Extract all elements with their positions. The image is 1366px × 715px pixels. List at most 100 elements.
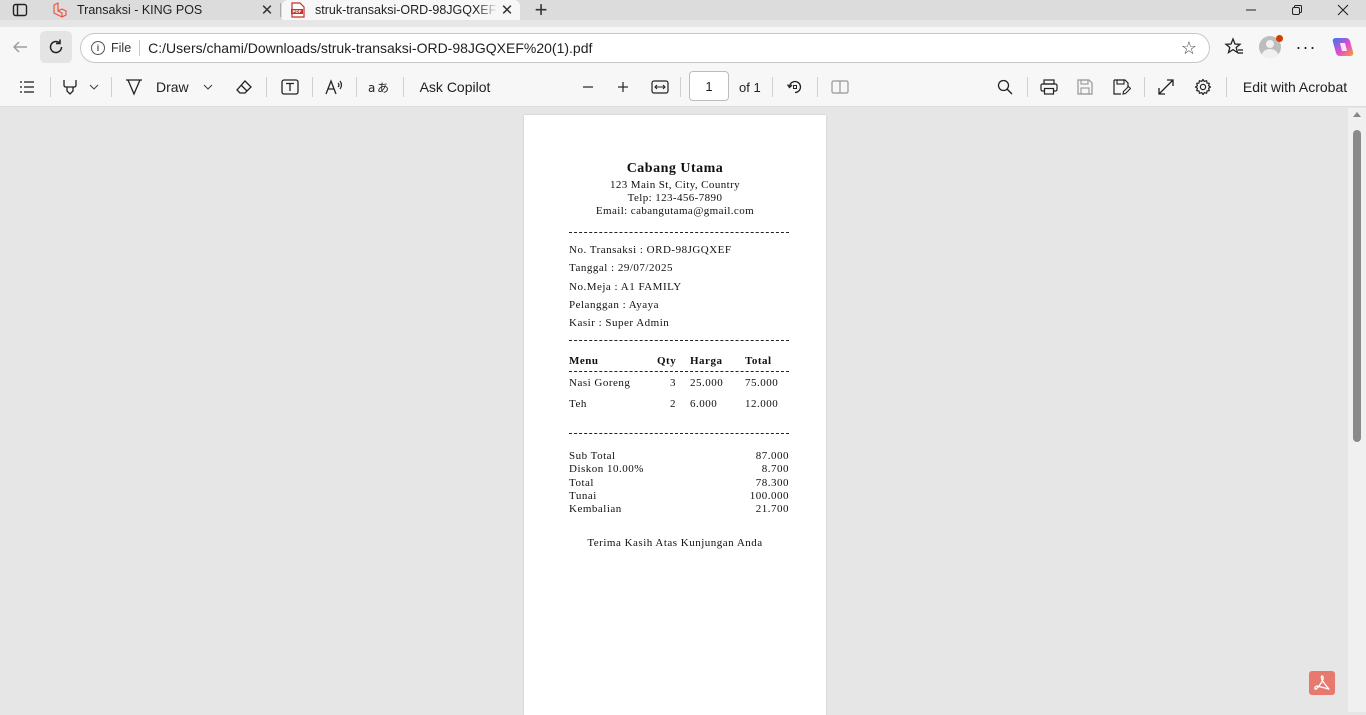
- item-menu: Nasi Goreng: [569, 377, 631, 389]
- tab-close-icon[interactable]: ✕: [498, 1, 516, 19]
- vertical-scrollbar[interactable]: [1348, 108, 1366, 712]
- profile-button[interactable]: [1254, 31, 1286, 63]
- toolbar-divider: [817, 77, 818, 97]
- scroll-thumb[interactable]: [1353, 130, 1361, 442]
- total-value: 78.300: [755, 477, 789, 489]
- new-tab-button[interactable]: +: [530, 0, 552, 21]
- tab-transaksi[interactable]: Transaksi - KING POS ✕: [44, 0, 280, 20]
- eraser-icon: [236, 80, 252, 94]
- print-button[interactable]: [1037, 73, 1061, 101]
- save-as-button[interactable]: [1110, 73, 1134, 101]
- pdf-page: Cabang Utama 123 Main St, City, Country …: [524, 115, 826, 715]
- toolbar-divider: [1144, 77, 1145, 97]
- tab-pdf[interactable]: PDF struk-transaksi-ORD-98JGQXEF (1).pdf…: [282, 0, 520, 20]
- find-button[interactable]: [993, 73, 1017, 101]
- reload-button[interactable]: [40, 31, 72, 63]
- change-value: 21.700: [755, 503, 789, 515]
- settings-more-button[interactable]: ···: [1290, 31, 1322, 63]
- transaction-number: No. Transaksi : ORD-98JGQXEF: [569, 244, 732, 256]
- toolbar-divider: [680, 77, 681, 97]
- copilot-icon: [1332, 38, 1354, 56]
- close-window-button[interactable]: [1320, 0, 1366, 20]
- page-view-button[interactable]: [828, 73, 852, 101]
- restore-button[interactable]: [1274, 0, 1320, 20]
- pen-icon: [126, 79, 142, 96]
- zoom-out-button[interactable]: [576, 73, 600, 101]
- tab-title: Transaksi - KING POS: [77, 3, 203, 17]
- favorites-icon: [1224, 37, 1243, 54]
- close-icon: [1337, 4, 1349, 16]
- toolbar-divider: [1027, 77, 1028, 97]
- draw-button[interactable]: Draw: [124, 73, 194, 101]
- tab-actions-icon: [12, 3, 28, 17]
- svg-text:あ: あ: [377, 81, 389, 95]
- scroll-up-arrow-icon[interactable]: [1353, 112, 1361, 117]
- tab-strip: Transaksi - KING POS ✕ PDF struk-transak…: [0, 0, 1366, 21]
- customer-name: Pelanggan : Ayaya: [569, 299, 659, 311]
- toolbar-divider: [772, 77, 773, 97]
- highlight-options-button[interactable]: [86, 73, 102, 101]
- read-aloud-icon: [325, 79, 343, 95]
- change-label: Kembalian: [569, 503, 622, 515]
- rotate-button[interactable]: [783, 73, 807, 101]
- page-count-label: of 1: [739, 79, 761, 95]
- highlighter-icon: [63, 80, 77, 95]
- draw-label: Draw: [156, 79, 189, 95]
- item-total: 12.000: [745, 398, 779, 410]
- store-address: 123 Main St, City, Country: [609, 179, 741, 191]
- read-aloud-button[interactable]: [322, 73, 348, 101]
- page-number-input[interactable]: 1: [689, 71, 729, 101]
- subtotal-label: Sub Total: [569, 450, 616, 462]
- site-info-button[interactable]: i File: [91, 41, 131, 55]
- copilot-button[interactable]: [1327, 31, 1359, 63]
- dashed-divider: [569, 232, 789, 233]
- save-as-icon: [1113, 79, 1131, 95]
- edit-with-acrobat-button[interactable]: Edit with Acrobat: [1236, 73, 1354, 101]
- save-button[interactable]: [1073, 73, 1097, 101]
- favorites-button[interactable]: [1218, 31, 1250, 63]
- item-qty: 3: [670, 377, 676, 389]
- rotate-icon: [786, 80, 802, 94]
- item-harga: 25.000: [690, 377, 724, 389]
- minus-icon: [583, 86, 593, 88]
- toolbar-divider: [266, 77, 267, 97]
- store-email: Email: cabangutama@gmail.com: [595, 205, 755, 217]
- back-button[interactable]: [4, 31, 36, 63]
- ask-copilot-button[interactable]: Ask Copilot: [414, 73, 496, 101]
- fullscreen-button[interactable]: [1154, 73, 1178, 101]
- favorite-star-icon[interactable]: ☆: [1177, 36, 1201, 60]
- highlight-button[interactable]: [58, 73, 82, 101]
- fit-width-icon: [651, 80, 669, 94]
- save-icon: [1077, 79, 1093, 95]
- address-bar[interactable]: i File C:/Users/chami/Downloads/struk-tr…: [80, 33, 1210, 63]
- ask-copilot-label: Ask Copilot: [419, 79, 491, 95]
- column-header-total: Total: [745, 355, 772, 367]
- back-arrow-icon: [12, 41, 27, 53]
- acrobat-button[interactable]: [1309, 671, 1335, 695]
- two-page-icon: [831, 80, 849, 94]
- edit-with-acrobat-label: Edit with Acrobat: [1242, 79, 1348, 95]
- draw-options-button[interactable]: [200, 73, 216, 101]
- toolbar-divider: [312, 77, 313, 97]
- url-text[interactable]: C:/Users/chami/Downloads/struk-transaksi…: [148, 40, 1177, 56]
- thank-you-message: Terima Kasih Atas Kunjungan Anda: [587, 537, 763, 549]
- info-icon: i: [91, 41, 105, 55]
- minimize-button[interactable]: [1228, 0, 1274, 20]
- cashier-name: Kasir : Super Admin: [569, 317, 670, 329]
- add-text-button[interactable]: [278, 73, 302, 101]
- store-name: Cabang Utama: [626, 161, 724, 176]
- erase-button[interactable]: [232, 73, 256, 101]
- tab-close-icon[interactable]: ✕: [258, 1, 276, 19]
- svg-text:PDF: PDF: [293, 9, 302, 14]
- tab-actions-button[interactable]: [10, 1, 30, 19]
- search-icon: [997, 79, 1013, 95]
- pdf-settings-button[interactable]: [1191, 73, 1215, 101]
- expand-icon: [1158, 79, 1174, 95]
- zoom-in-button[interactable]: [611, 73, 635, 101]
- fit-to-page-button[interactable]: [648, 73, 672, 101]
- contents-button[interactable]: [14, 73, 40, 101]
- translate-button[interactable]: aあ: [366, 73, 392, 101]
- discount-label: Diskon 10.00%: [569, 463, 644, 475]
- toolbar-divider: [356, 77, 357, 97]
- chevron-down-icon: [203, 84, 213, 90]
